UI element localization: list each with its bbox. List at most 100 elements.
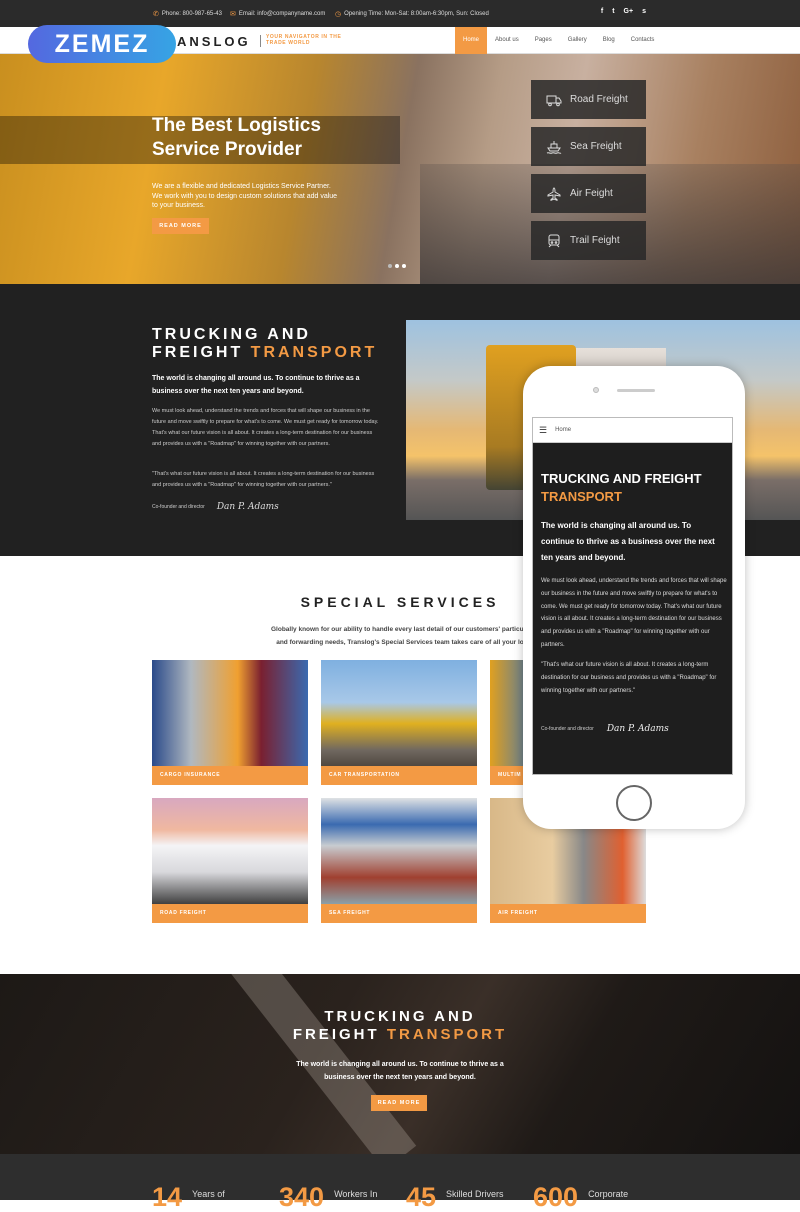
phone-text: Phone: 800-987-65-43 [161,11,222,17]
stat-number: 600 [533,1182,579,1212]
about-lead: The world is changing all around us. To … [152,375,360,395]
email-info[interactable]: ✉ Email: info@companyname.com [230,10,325,18]
skype-icon[interactable]: s [642,8,646,15]
stat-number: 14 [152,1182,183,1212]
service-card-label: CAR TRANSPORTATION [321,766,477,785]
stat-workers: 340 Workers In [279,1184,377,1211]
stat-label: Corporate [588,1189,629,1199]
freight-sea[interactable]: Sea Freight [531,127,646,166]
mobile-title-accent: TRANSPORT [541,489,622,504]
mobile-title-line-1: TRUCKING AND FREIGHT [541,471,702,486]
about-title-accent: TRANSPORT [250,344,378,361]
nav-blog[interactable]: Blog [595,27,623,54]
cta-title-line-1: TRUCKING AND [324,1008,476,1025]
about-signature: Dan P. Adams [216,502,279,512]
hero-text: We are a flexible and dedicated Logistic… [152,183,338,209]
cta-title-accent: TRANSPORT [386,1026,508,1043]
phone-info: ✆ Phone: 800-987-65-43 [153,10,222,18]
freight-road[interactable]: Road Freight [531,80,646,119]
stat-drivers: 45 Skilled Drivers [406,1184,504,1211]
service-card-car-transportation[interactable]: CAR TRANSPORTATION [321,660,477,785]
hero-title-line-2: Service Provider [152,139,302,160]
stat-label: Workers In [334,1189,378,1199]
freight-road-label: Road Freight [570,94,628,105]
mobile-quote: "That's what our future vision is all ab… [541,662,717,694]
slider-pagination [388,264,406,268]
mobile-body: We must look ahead, understand the trend… [541,578,727,648]
clock-icon: ◷ [335,11,342,18]
stat-corporate: 600 Corporate [533,1184,628,1211]
about-title-line-2: FREIGHT [152,344,244,361]
service-card-label: AIR FREIGHT [490,904,646,923]
mobile-nav-label[interactable]: Home [555,427,571,433]
truck-icon [546,95,562,106]
phone-camera [593,387,599,393]
facebook-icon[interactable]: f [601,8,603,15]
cta-title-line-2: FREIGHT [292,1026,380,1043]
hero-title: The Best Logistics Service Provider [152,114,321,162]
about-title: TRUCKING AND FREIGHT TRANSPORT [152,326,377,362]
freight-menu: Road Freight Sea Freight Air Feight Trai… [531,80,646,260]
brand-tagline: YOUR NAVIGATOR IN THE TRADE WORLD [266,34,341,46]
nav-gallery[interactable]: Gallery [560,27,595,54]
phone-speaker [617,389,655,392]
nav-home[interactable]: Home [455,27,488,54]
hero-read-more-button[interactable]: READ MORE [152,218,209,234]
phone-mockup: ☰ Home TRUCKING AND FREIGHT TRANSPORT Th… [523,366,745,829]
social-links: f t G+ s [601,8,646,15]
mobile-title: TRUCKING AND FREIGHT TRANSPORT [541,470,731,506]
slider-dot-3[interactable] [402,264,406,268]
service-card-road-freight[interactable]: ROAD FREIGHT [152,798,308,923]
service-card-label: ROAD FREIGHT [152,904,308,923]
nav-pages[interactable]: Pages [527,27,560,54]
cta-read-more-button[interactable]: READ MORE [371,1095,427,1111]
ship-icon [546,140,562,154]
cta-text: The world is changing all around us. To … [296,1061,504,1081]
about-quote: "That's what our future vision is all ab… [152,471,375,488]
cta-section: TRUCKING AND FREIGHT TRANSPORT The world… [0,974,800,1154]
tagline-line-2: TRADE WORLD [266,40,311,46]
service-card-sea-freight[interactable]: SEA FREIGHT [321,798,477,923]
envelope-icon: ✉ [230,11,236,18]
about-role: Co-founder and director [152,504,205,510]
cta-title: TRUCKING AND FREIGHT TRANSPORT [0,1008,800,1044]
nav-contacts[interactable]: Contacts [623,27,663,54]
hero-slider: The Best Logistics Service Provider We a… [0,54,800,284]
phone-icon: ✆ [153,11,159,18]
service-card-label: CARGO INSURANCE [152,766,308,785]
hours-text: Opening Time: Mon-Sat: 8:00am-6:30pm, Su… [344,11,489,17]
freight-sea-label: Sea Freight [570,141,622,152]
about-body: We must look ahead, understand the trend… [152,408,379,447]
google-plus-icon[interactable]: G+ [624,8,634,15]
hero-title-line-1: The Best Logistics [152,115,321,136]
phone-screen: ☰ Home TRUCKING AND FREIGHT TRANSPORT Th… [532,417,733,775]
train-icon [548,234,560,247]
brand-logo[interactable]: ANSLOG [177,34,251,49]
hamburger-menu-icon[interactable]: ☰ [539,425,547,436]
plane-icon [547,186,561,201]
nav-about-us[interactable]: About us [487,27,527,54]
mobile-signature-block: Co-founder and director Dan P. Adams [541,724,669,734]
service-card-cargo-insurance[interactable]: CARGO INSURANCE [152,660,308,785]
freight-train[interactable]: Trail Feight [531,221,646,260]
slider-dot-2[interactable] [395,264,399,268]
twitter-icon[interactable]: t [612,8,614,15]
stats-section: 14 Years of 340 Workers In 45 Skilled Dr… [0,1154,800,1211]
freight-air[interactable]: Air Feight [531,174,646,213]
freight-air-label: Air Feight [570,188,613,199]
hours-info: ◷ Opening Time: Mon-Sat: 8:00am-6:30pm, … [335,10,489,18]
main-nav: Home About us Pages Gallery Blog Contact… [455,27,662,54]
brand-divider [260,35,261,47]
stat-label: Skilled Drivers [446,1189,504,1199]
phone-home-button [616,785,652,821]
about-signature-block: Co-founder and director Dan P. Adams [152,502,279,512]
email-text[interactable]: Email: info@companyname.com [239,11,325,17]
service-image [152,798,308,904]
slider-dot-1[interactable] [388,264,392,268]
mobile-signature: Dan P. Adams [606,724,669,734]
stat-years: 14 Years of [152,1184,225,1211]
zemez-logo-badge[interactable]: ZEMEZ [28,25,176,63]
stat-label: Years of [192,1189,225,1199]
service-card-label: SEA FREIGHT [321,904,477,923]
mobile-lead: The world is changing all around us. To … [541,521,715,562]
